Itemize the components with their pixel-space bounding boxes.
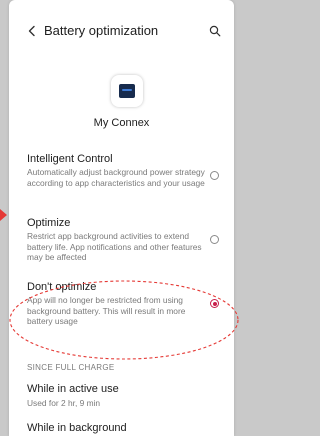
section-header: SINCE FULL CHARGE [27, 363, 115, 372]
option-title: Optimize [27, 217, 71, 229]
annotation-arrow [0, 209, 7, 221]
radio-intelligent-control[interactable] [210, 171, 219, 180]
chevron-left-icon [28, 25, 35, 37]
option-dont-optimize[interactable]: Don't optimize App will no longer be res… [9, 278, 234, 336]
option-optimize[interactable]: Optimize Restrict app background activit… [9, 214, 234, 272]
option-description: Automatically adjust background power st… [27, 167, 205, 188]
page-title: Battery optimization [44, 23, 159, 38]
app-name: My Connex [93, 117, 150, 129]
option-title: Intelligent Control [27, 153, 113, 165]
search-icon [209, 25, 221, 37]
option-description: App will no longer be restricted from us… [27, 295, 186, 326]
radio-dont-optimize[interactable] [210, 299, 219, 308]
phone-screen: Battery optimization My Connex Intellige… [9, 0, 234, 436]
option-intelligent-control[interactable]: Intelligent Control Automatically adjust… [9, 150, 234, 208]
search-button[interactable] [204, 20, 226, 42]
back-button[interactable] [21, 20, 43, 42]
radio-optimize[interactable] [210, 235, 219, 244]
app-bar: Battery optimization [9, 0, 234, 64]
option-title: Don't optimize [27, 281, 97, 293]
option-description: Restrict app background activities to ex… [27, 231, 202, 262]
my-connex-app-icon [111, 75, 143, 107]
stat-title: While in active use [27, 383, 119, 395]
stat-title: While in background [27, 422, 127, 434]
stat-value: Used for 2 hr, 9 min [27, 398, 101, 408]
